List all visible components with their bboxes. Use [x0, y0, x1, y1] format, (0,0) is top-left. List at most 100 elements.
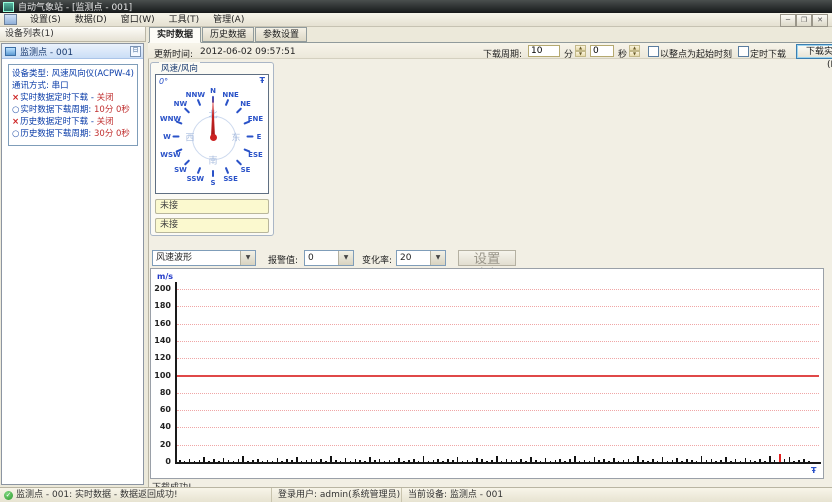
mdi-child-icon[interactable] [4, 14, 17, 25]
info-label: 通讯方式: 串口 [12, 81, 69, 91]
disabled-marker-icon: × [12, 93, 19, 103]
menu-item[interactable]: 数据(D) [68, 15, 114, 25]
window-title: 自动气象站 - [监测点 - 001] [18, 0, 132, 13]
tree-node-device[interactable]: 监测点 - 001 日 [2, 44, 143, 59]
menu-item[interactable]: 窗口(W) [114, 15, 162, 25]
align-hour-checkbox[interactable] [648, 46, 659, 57]
menu-item[interactable]: 工具(T) [162, 15, 207, 25]
mdi-minimize-button[interactable]: ─ [780, 14, 796, 27]
tab-1[interactable]: 历史数据 [202, 27, 254, 42]
data-bar [676, 458, 678, 462]
tab-2[interactable]: 参数设置 [255, 27, 307, 42]
minutes-spinner[interactable]: ▲▼ [575, 45, 586, 57]
compass-tick [236, 107, 242, 113]
data-bar [447, 459, 449, 462]
chart-cursor-icon[interactable]: Ŧ [811, 466, 816, 475]
collapse-icon[interactable]: 日 [130, 46, 141, 57]
mdi-restore-button[interactable]: ❐ [796, 14, 812, 27]
wind-compass: 0° Ŧ NNNENEENEEESESESSESSSWSWWSWWWNWNWNN… [155, 74, 269, 194]
data-bar [281, 461, 283, 462]
data-bar [633, 461, 635, 462]
update-time-value: 2012-06-02 09:57:51 [200, 47, 296, 57]
data-bar [642, 460, 644, 462]
data-bar [706, 460, 708, 462]
minutes-input[interactable] [528, 45, 560, 57]
data-bar [476, 458, 478, 462]
y-tick-label: 200 [151, 284, 171, 293]
download-realtime-button[interactable]: 下载实时数据(L) [796, 44, 832, 59]
data-bar [291, 460, 293, 462]
compass-tick [212, 170, 214, 177]
compass-tick [175, 120, 182, 125]
data-bar [759, 459, 761, 462]
data-bar [316, 461, 318, 462]
tab-0[interactable]: 实时数据 [149, 27, 201, 43]
timed-download-checkbox[interactable] [738, 46, 749, 57]
data-bar [686, 459, 688, 462]
data-bar [530, 457, 532, 462]
compass-tick [247, 136, 254, 138]
data-bar [462, 461, 464, 462]
data-bar [296, 457, 298, 462]
y-tick-label: 80 [151, 388, 171, 397]
data-bar [242, 456, 244, 462]
compass-tick [225, 167, 230, 174]
y-tick-label: 0 [151, 457, 171, 466]
menu-item[interactable]: 管理(A) [206, 15, 251, 25]
mdi-close-button[interactable]: ✕ [812, 14, 828, 27]
rate-label: 变化率: [362, 253, 392, 266]
data-bar [603, 459, 605, 462]
login-user-status: 登录用户: admin(系统管理员) [272, 488, 402, 502]
data-bar [652, 459, 654, 462]
rate-select[interactable]: 20 ▼ [396, 250, 446, 266]
data-bar [184, 461, 186, 462]
data-bar [311, 459, 313, 462]
data-bar [437, 459, 439, 462]
data-bar [662, 457, 664, 462]
device-info-box: 设备类型: 风速风向仪(ACPW-4)通讯方式: 串口×实时数据定时下载 - 关… [8, 64, 138, 146]
device-info-line: 设备类型: 风速风向仪(ACPW-4) [12, 68, 137, 80]
data-bar [574, 456, 576, 462]
data-bar [398, 458, 400, 462]
data-bar [218, 461, 220, 462]
data-bar [472, 461, 474, 462]
alarm-value-select[interactable]: 0 ▼ [304, 250, 354, 266]
wind-speed-status: 未接 [155, 199, 269, 214]
seconds-input[interactable] [590, 45, 614, 57]
gridline [177, 410, 819, 411]
y-tick-label: 100 [151, 371, 171, 380]
data-bar [584, 460, 586, 462]
tree-node-label: 监测点 - 001 [20, 45, 73, 58]
seconds-spinner[interactable]: ▲▼ [629, 45, 640, 57]
info-label: 历史数据下载周期: [20, 129, 94, 139]
data-bar [286, 459, 288, 462]
set-button[interactable]: 设置(S) [458, 250, 516, 266]
info-label: 设备类型: 风速风向仪(ACPW-4) [12, 69, 134, 79]
device-info-line: ○历史数据下载周期: 30分 0秒 [12, 128, 137, 140]
data-bar [340, 461, 342, 462]
threshold-line [177, 375, 819, 377]
data-bar [486, 461, 488, 462]
disabled-marker-icon: × [12, 117, 19, 127]
data-bar [559, 459, 561, 462]
compass-marker-icon: Ŧ [260, 76, 265, 85]
data-bar [345, 458, 347, 462]
data-bar [516, 461, 518, 462]
gridline [177, 358, 819, 359]
menu-bar: 设置(S)数据(D)窗口(W)工具(T)管理(A) ─ ❐ ✕ [0, 13, 832, 27]
compass-tick [197, 167, 202, 174]
data-bar [423, 456, 425, 462]
waveform-select[interactable]: 风速波形 ▼ [152, 250, 256, 266]
data-bar [740, 461, 742, 462]
data-bar [511, 460, 513, 462]
data-bar [564, 461, 566, 462]
compass-dir-SW: SW [174, 166, 187, 174]
menu-item[interactable]: 设置(S) [23, 15, 68, 25]
data-bar [228, 460, 230, 462]
compass-center-dot [210, 134, 217, 141]
data-bar [667, 461, 669, 462]
data-bar [745, 458, 747, 462]
compass-dir-NE: NE [240, 100, 251, 108]
data-bar [672, 460, 674, 462]
data-bar [433, 460, 435, 462]
